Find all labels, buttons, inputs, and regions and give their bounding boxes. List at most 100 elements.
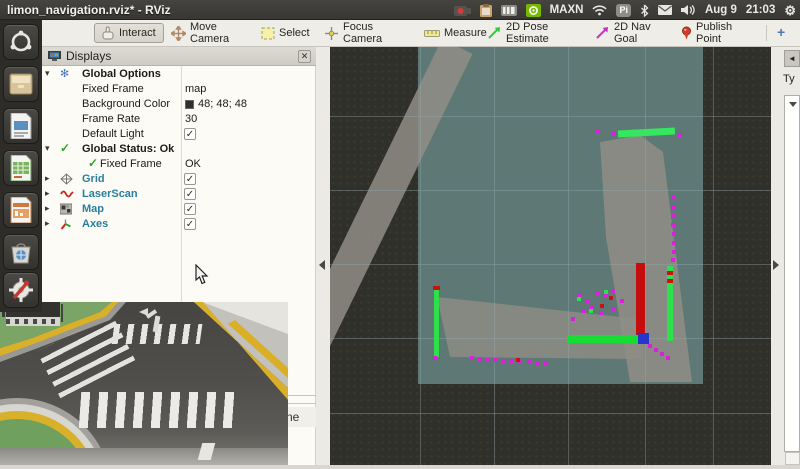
grid-line-v bbox=[568, 47, 569, 465]
laser-point bbox=[648, 344, 652, 348]
tool-label: Interact bbox=[119, 27, 156, 39]
tool-label: 2D Nav Goal bbox=[614, 21, 663, 45]
panel-splitter-left[interactable] bbox=[316, 47, 330, 465]
row-value[interactable]: OK bbox=[185, 158, 201, 170]
launcher-item-libreoffice-impress[interactable] bbox=[3, 192, 39, 228]
row-value[interactable]: 48; 48; 48 bbox=[198, 98, 247, 110]
volume-icon[interactable] bbox=[681, 4, 696, 16]
views-type-dropdown[interactable] bbox=[784, 95, 800, 452]
laser-point bbox=[660, 352, 664, 356]
tool-focus-camera[interactable]: Focus Camera bbox=[319, 23, 399, 43]
row-label: Fixed Frame bbox=[82, 83, 144, 95]
clipboard-icon[interactable] bbox=[480, 4, 492, 17]
checkbox-checked[interactable]: ✓ bbox=[184, 173, 196, 185]
tool-2d-nav-goal[interactable]: 2D Nav Goal bbox=[590, 23, 668, 43]
collapse-arrow-icon[interactable]: ▸ bbox=[45, 173, 50, 184]
checkbox-checked[interactable]: ✓ bbox=[184, 218, 196, 230]
views-panel-partial: ◄ Ty bbox=[771, 47, 800, 465]
checkbox-checked[interactable]: ✓ bbox=[184, 203, 196, 215]
tree-row-global-options[interactable]: ▾✻Global Options bbox=[42, 67, 316, 82]
laser-point bbox=[603, 294, 607, 298]
launcher-item-system-settings[interactable] bbox=[3, 272, 39, 308]
laser-point bbox=[671, 223, 675, 227]
close-icon[interactable]: ✕ bbox=[298, 50, 311, 63]
laser-point bbox=[516, 358, 520, 362]
add-tool-button[interactable]: + bbox=[777, 25, 785, 39]
views-type-label: Ty bbox=[783, 73, 795, 85]
laser-point bbox=[678, 133, 682, 137]
goal-arrow-magenta-icon bbox=[595, 26, 610, 40]
laser-point bbox=[599, 311, 603, 315]
laser-point bbox=[671, 196, 675, 200]
laser-point bbox=[589, 309, 593, 313]
expand-arrow-icon[interactable]: ▾ bbox=[45, 68, 50, 79]
laser-point bbox=[470, 356, 474, 360]
collapse-arrow-icon[interactable]: ▸ bbox=[45, 203, 50, 214]
launcher-item-ubuntu-dash[interactable] bbox=[3, 24, 39, 60]
map-display-icon bbox=[60, 203, 72, 218]
grid-line-h bbox=[330, 338, 771, 339]
laser-point bbox=[536, 361, 540, 365]
row-label: Fixed Frame bbox=[100, 158, 162, 170]
rviz-toolbar: + − InteractMove CameraSelectFocus Camer… bbox=[42, 20, 800, 47]
tree-row-global-status-ok[interactable]: ▾✓Global Status: Ok bbox=[42, 142, 316, 157]
tree-row-fixed-frame[interactable]: ✓Fixed FrameOK bbox=[42, 157, 316, 172]
wifi-icon[interactable] bbox=[592, 5, 607, 16]
collapse-right-icon[interactable] bbox=[773, 260, 779, 270]
keyboard-indicator-icon[interactable] bbox=[501, 5, 517, 16]
tool-2d-pose-estimate[interactable]: 2D Pose Estimate bbox=[482, 23, 584, 43]
render-viewport[interactable] bbox=[330, 47, 771, 465]
laser-point bbox=[620, 299, 624, 303]
mail-icon[interactable] bbox=[658, 5, 672, 15]
bluetooth-icon[interactable] bbox=[640, 4, 649, 17]
launcher-item-files[interactable] bbox=[3, 66, 39, 102]
measure-icon bbox=[424, 27, 440, 39]
input-method-icon[interactable]: Pi bbox=[616, 4, 631, 17]
tool-interact[interactable]: Interact bbox=[94, 23, 164, 43]
displays-panel-header[interactable]: Displays ✕ bbox=[42, 47, 316, 66]
collapse-arrow-icon[interactable]: ▸ bbox=[45, 188, 50, 199]
tree-row-laserscan[interactable]: ▸LaserScan✓ bbox=[42, 187, 316, 202]
tool-move-camera[interactable]: Move Camera bbox=[166, 23, 246, 43]
laser-point bbox=[672, 250, 676, 254]
laser-point bbox=[671, 258, 675, 262]
launcher-item-libreoffice-calc[interactable] bbox=[3, 150, 39, 186]
tree-row-map[interactable]: ▸Map✓ bbox=[42, 202, 316, 217]
tree-row-fixed-frame[interactable]: Fixed Frame map bbox=[42, 82, 316, 97]
laser-point bbox=[595, 291, 599, 295]
tree-row-background-color[interactable]: Background Color 48; 48; 48 bbox=[42, 97, 316, 112]
tool-label: 2D Pose Estimate bbox=[506, 21, 579, 45]
tool-label: Move Camera bbox=[190, 21, 241, 45]
screen-record-icon[interactable] bbox=[454, 4, 471, 16]
views-panel-button[interactable]: ◄ bbox=[784, 50, 800, 67]
turn-arrow-marking bbox=[139, 308, 148, 316]
grid-line-v bbox=[645, 47, 646, 465]
date-label: Aug 9 bbox=[705, 4, 737, 16]
tree-row-frame-rate[interactable]: Frame Rate30 bbox=[42, 112, 316, 127]
tree-row-grid[interactable]: ▸Grid✓ bbox=[42, 172, 316, 187]
session-gear-icon[interactable]: ⚙ bbox=[784, 4, 796, 17]
launcher-item-libreoffice-writer[interactable] bbox=[3, 108, 39, 144]
row-value[interactable]: 30 bbox=[185, 113, 197, 125]
row-label: Background Color bbox=[82, 98, 170, 110]
launcher-item-software-center[interactable] bbox=[3, 234, 39, 270]
tool-label: Publish Point bbox=[696, 21, 751, 45]
nvidia-icon[interactable] bbox=[526, 4, 541, 17]
top-panel: limon_navigation.rviz* - RViz MAXNPiAug … bbox=[0, 0, 800, 20]
collapse-left-icon[interactable] bbox=[319, 260, 325, 270]
tool-publish-point[interactable]: Publish Point bbox=[676, 23, 756, 43]
chevron-down-icon bbox=[789, 102, 797, 107]
rename-button-partial[interactable]: ne bbox=[286, 407, 316, 427]
crosswalk bbox=[79, 392, 236, 428]
toolbar-separator bbox=[766, 25, 767, 41]
collapse-arrow-icon[interactable]: ▸ bbox=[45, 218, 50, 229]
checkbox-checked[interactable]: ✓ bbox=[184, 128, 196, 140]
checkbox-checked[interactable]: ✓ bbox=[184, 188, 196, 200]
tool-measure[interactable]: Measure bbox=[419, 23, 471, 43]
tree-row-default-light[interactable]: Default Light✓ bbox=[42, 127, 316, 142]
laser-point bbox=[654, 348, 658, 352]
tree-row-axes[interactable]: ▸Axes✓ bbox=[42, 217, 316, 232]
expand-arrow-icon[interactable]: ▾ bbox=[45, 143, 50, 154]
row-value[interactable]: map bbox=[185, 83, 206, 95]
tool-select[interactable]: Select bbox=[256, 23, 306, 43]
